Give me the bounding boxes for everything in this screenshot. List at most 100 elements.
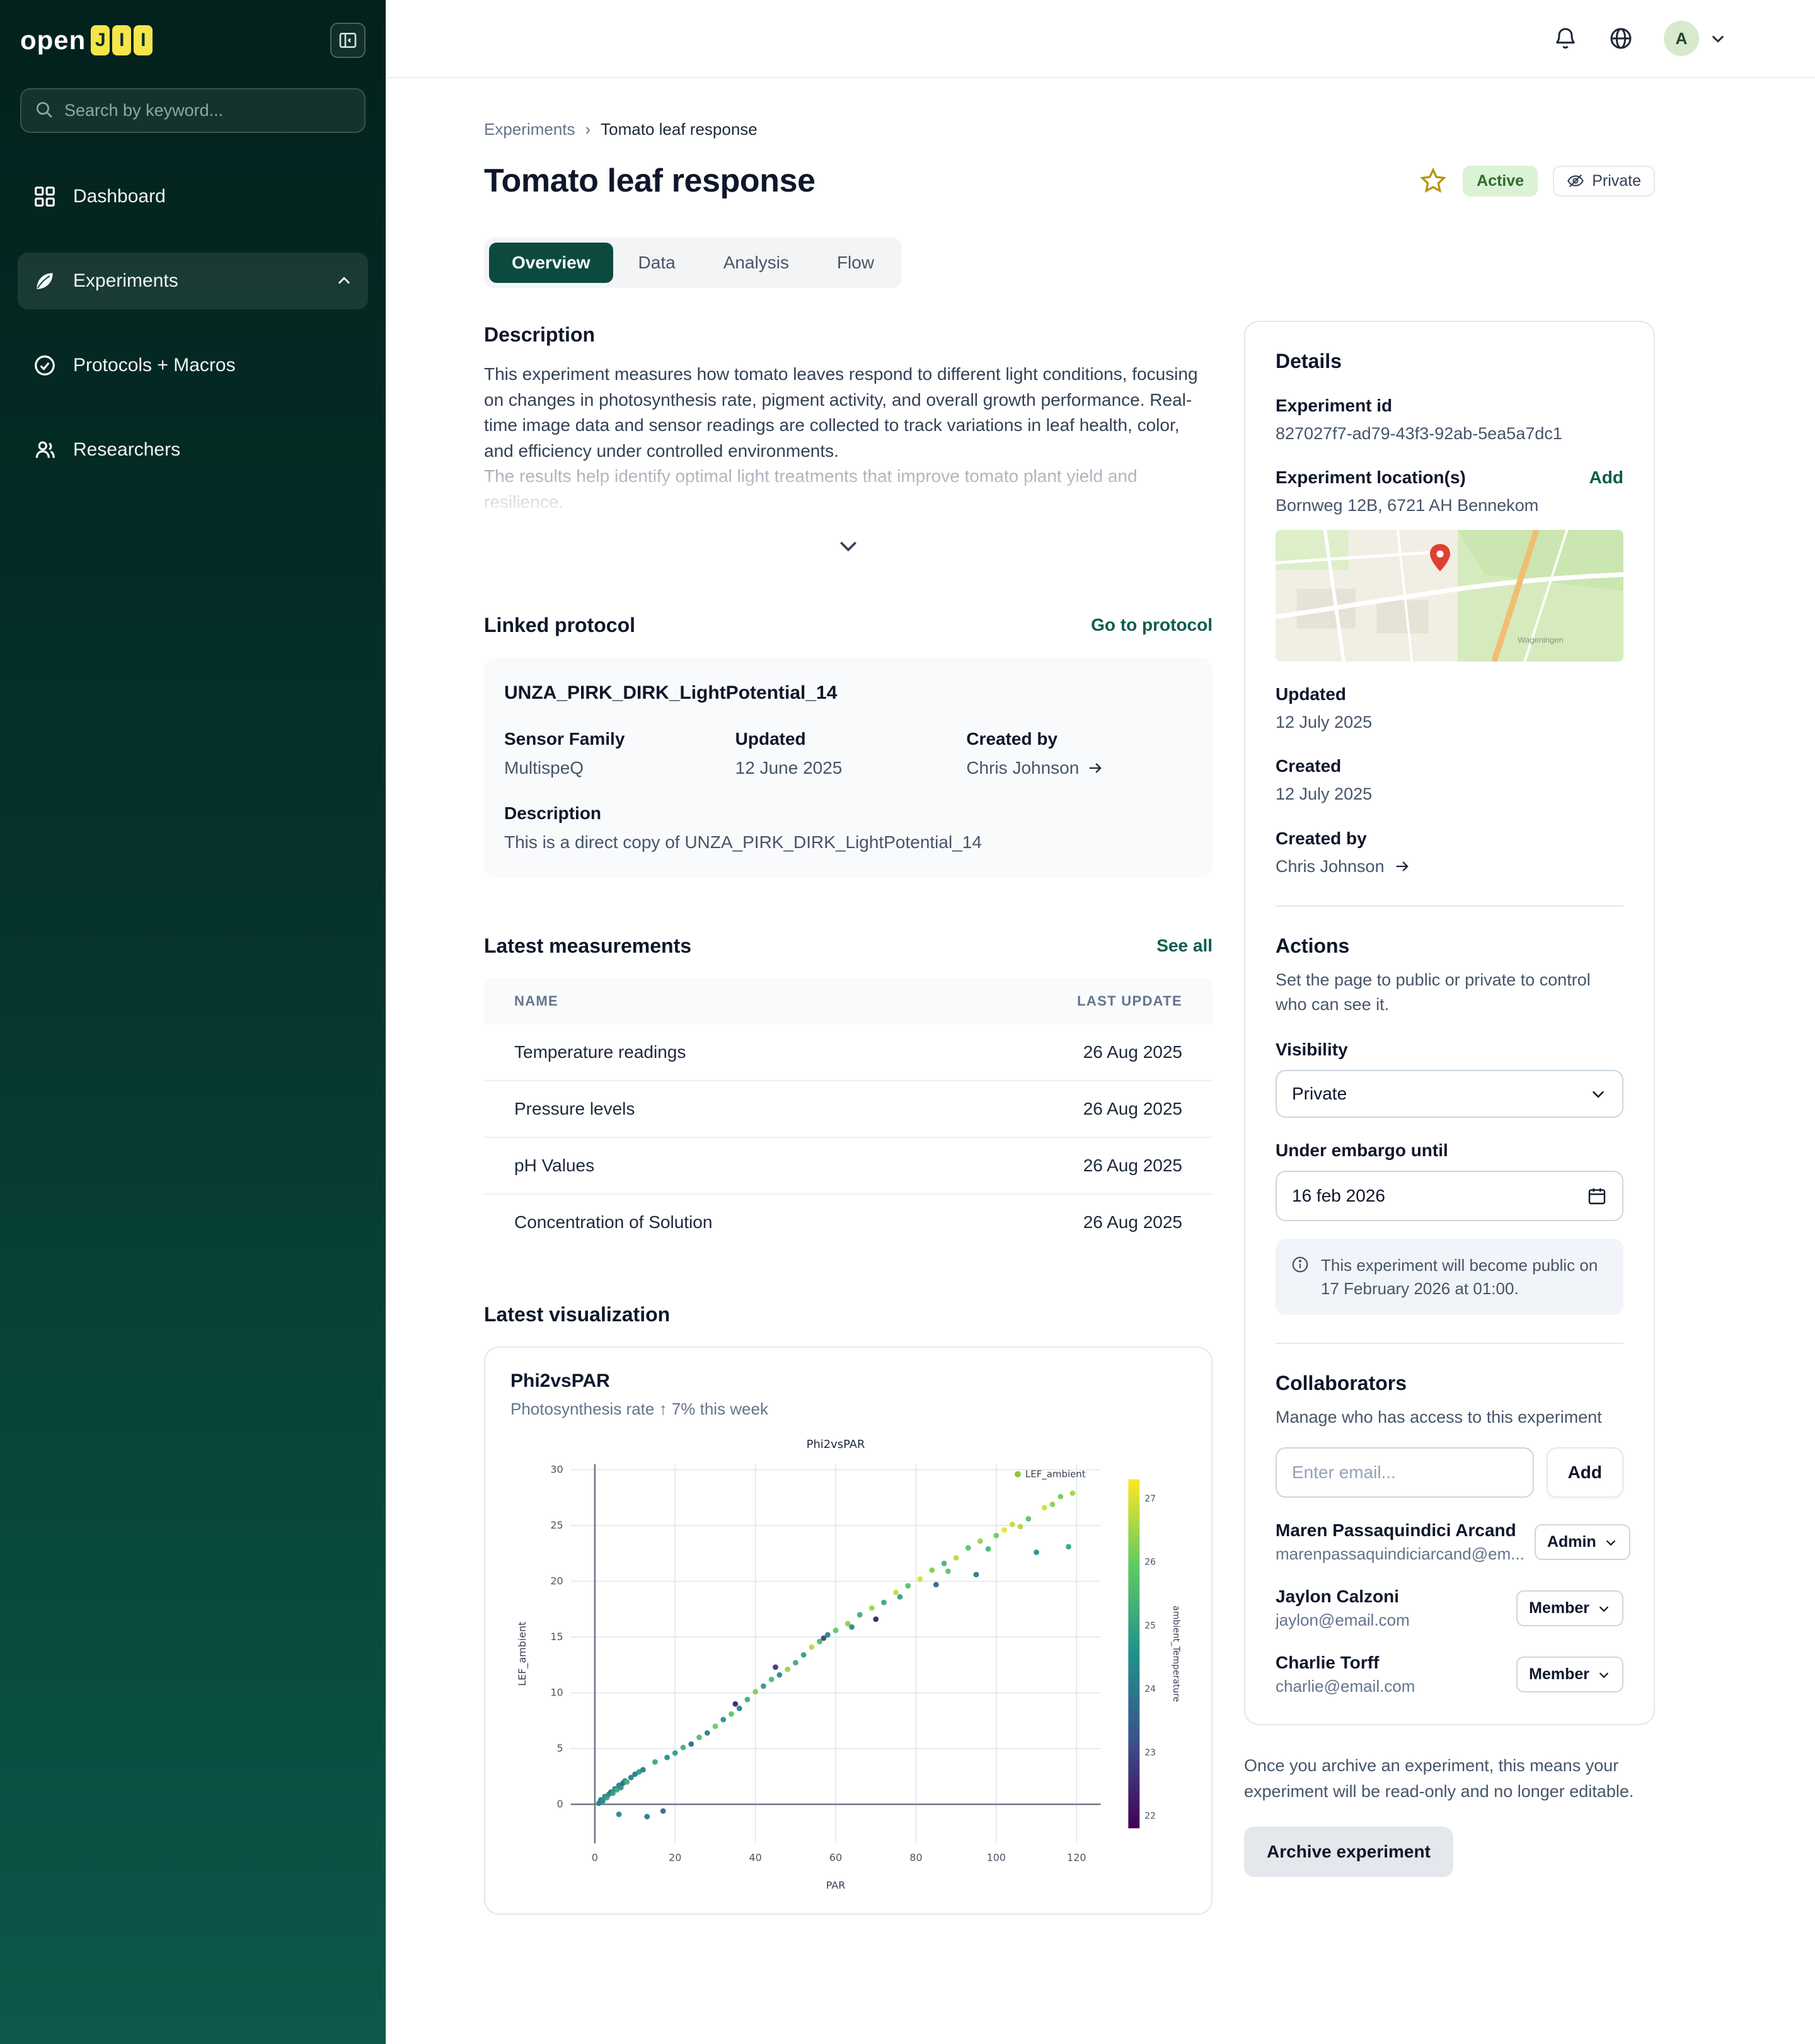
updated-label: Updated <box>1276 684 1623 704</box>
svg-text:LEF_ambient: LEF_ambient <box>1025 1468 1086 1479</box>
search-icon <box>34 100 54 120</box>
go-to-protocol-link[interactable]: Go to protocol <box>1091 615 1213 635</box>
table-row[interactable]: pH Values 26 Aug 2025 <box>484 1138 1213 1195</box>
visibility-select[interactable]: Private <box>1276 1070 1623 1118</box>
svg-text:30: 30 <box>550 1463 563 1475</box>
favorite-star-icon[interactable] <box>1419 166 1448 195</box>
tab-overview[interactable]: Overview <box>489 243 613 283</box>
svg-text:120: 120 <box>1067 1851 1086 1863</box>
created-by-link[interactable]: Chris Johnson <box>1276 855 1385 878</box>
location-map[interactable]: Wageningen <box>1276 530 1623 662</box>
page-title: Tomato leaf response <box>484 162 815 200</box>
protocol-field-label: Sensor Family <box>504 729 730 749</box>
visualization-subtitle: Photosynthesis rate ↑ 7% this week <box>510 1399 1186 1419</box>
info-icon <box>1291 1255 1310 1274</box>
latest-measurements-section: Latest measurements See all Name Last up… <box>484 934 1213 1250</box>
visibility-label: Visibility <box>1276 1040 1623 1060</box>
location-value: Bornweg 12B, 6721 AH Bennekom <box>1276 494 1623 517</box>
archive-experiment-button[interactable]: Archive experiment <box>1244 1827 1453 1877</box>
archive-note: Once you archive an experiment, this mea… <box>1244 1753 1655 1804</box>
svg-text:23: 23 <box>1144 1747 1156 1757</box>
avatar[interactable]: A <box>1664 21 1699 56</box>
breadcrumb-current: Tomato leaf response <box>601 120 758 139</box>
tab-flow[interactable]: Flow <box>814 243 897 283</box>
collaborator-role-select[interactable]: Member <box>1516 1656 1623 1692</box>
table-row[interactable]: Pressure levels 26 Aug 2025 <box>484 1081 1213 1138</box>
svg-text:22: 22 <box>1144 1811 1156 1821</box>
visibility-badge[interactable]: Private <box>1553 166 1655 197</box>
svg-text:25: 25 <box>550 1519 563 1531</box>
location-label: Experiment location(s) <box>1276 468 1466 488</box>
panel-collapse-icon <box>338 30 358 50</box>
leaf-icon <box>33 269 57 293</box>
expand-description-button[interactable] <box>484 533 1213 558</box>
table-row[interactable]: Concentration of Solution 26 Aug 2025 <box>484 1195 1213 1250</box>
collaborator-email-input[interactable] <box>1292 1449 1518 1496</box>
breadcrumb: Experiments › Tomato leaf response <box>484 120 1655 139</box>
experiment-id-label: Experiment id <box>1276 396 1623 416</box>
updated-value: 12 July 2025 <box>1276 711 1623 733</box>
collaborator-row: Maren Passaquindici Arcand marenpassaqui… <box>1276 1520 1623 1564</box>
add-location-link[interactable]: Add <box>1589 468 1623 488</box>
table-row[interactable]: Temperature readings 26 Aug 2025 <box>484 1025 1213 1081</box>
description-text: This experiment measures how tomato leav… <box>484 362 1213 464</box>
add-collaborator-button[interactable]: Add <box>1547 1447 1623 1498</box>
account-menu[interactable]: A <box>1664 21 1727 56</box>
actions-heading: Actions <box>1276 934 1623 958</box>
protocol-created-by-link[interactable]: Chris Johnson <box>966 758 1079 778</box>
embargo-date-field[interactable] <box>1276 1171 1623 1221</box>
sidebar-item-protocols-macros[interactable]: Protocols + Macros <box>18 337 368 394</box>
chevron-down-icon <box>1604 1536 1618 1549</box>
dashboard-icon <box>33 185 57 209</box>
svg-text:60: 60 <box>829 1851 842 1863</box>
breadcrumb-parent[interactable]: Experiments <box>484 120 575 139</box>
see-all-link[interactable]: See all <box>1156 936 1213 956</box>
language-globe-icon[interactable] <box>1608 26 1634 51</box>
brand-logo: open J I I <box>20 25 153 55</box>
sidebar-collapse-button[interactable] <box>330 23 366 58</box>
linked-protocol-heading: Linked protocol <box>484 614 635 637</box>
sidebar-item-researchers[interactable]: Researchers <box>18 422 368 478</box>
logo-badge: J I I <box>91 25 153 55</box>
sidebar: open J I I Dashboard <box>0 0 386 2044</box>
collaborator-name: Maren Passaquindici Arcand <box>1276 1520 1524 1541</box>
check-circle-icon <box>33 353 57 377</box>
tab-data[interactable]: Data <box>616 243 698 283</box>
embargo-info-text: This experiment will become public on 17… <box>1321 1254 1608 1300</box>
sidebar-item-label: Protocols + Macros <box>73 355 236 376</box>
tab-analysis[interactable]: Analysis <box>701 243 812 283</box>
sidebar-item-dashboard[interactable]: Dashboard <box>18 168 368 225</box>
created-label: Created <box>1276 756 1623 776</box>
collaborators-subheading: Manage who has access to this experiment <box>1276 1405 1623 1430</box>
status-badge: Active <box>1463 166 1538 197</box>
protocol-field-label: Created by <box>966 729 1192 749</box>
collaborator-role-select[interactable]: Admin <box>1535 1524 1630 1560</box>
chart-canvas: 020406080100120051015202530Phi2vsPARPARL… <box>510 1432 1186 1898</box>
notifications-bell-icon[interactable] <box>1553 26 1578 51</box>
sidebar-item-experiments[interactable]: Experiments <box>18 253 368 309</box>
measurements-table: Name Last update Temperature readings 26… <box>484 978 1213 1250</box>
protocol-field-value: MultispeQ <box>504 758 730 778</box>
protocol-card: UNZA_PIRK_DIRK_LightPotential_14 Sensor … <box>484 657 1213 878</box>
embargo-label: Under embargo until <box>1276 1140 1623 1161</box>
chevron-up-icon <box>335 272 353 290</box>
svg-text:25: 25 <box>1144 1621 1156 1631</box>
svg-text:10: 10 <box>550 1686 563 1698</box>
calendar-icon[interactable] <box>1587 1186 1607 1206</box>
divider <box>1276 1343 1623 1344</box>
measurements-heading: Latest measurements <box>484 934 691 958</box>
visualization-card: Phi2vsPAR Photosynthesis rate ↑ 7% this … <box>484 1346 1213 1915</box>
eye-off-icon <box>1567 172 1584 190</box>
arrow-right-icon <box>1393 858 1411 875</box>
tab-bar: Overview Data Analysis Flow <box>484 238 902 288</box>
sidebar-nav: Dashboard Experiments Protocols + Macros… <box>0 168 386 478</box>
svg-text:0: 0 <box>592 1851 598 1863</box>
search-input[interactable] <box>20 88 366 133</box>
map-place-label: Wageningen <box>1518 635 1564 645</box>
divider <box>1276 905 1623 907</box>
collaborator-role-select[interactable]: Member <box>1516 1590 1623 1626</box>
created-by-label: Created by <box>1276 829 1623 849</box>
svg-text:26: 26 <box>1144 1557 1156 1567</box>
embargo-date-input[interactable] <box>1292 1172 1587 1220</box>
scatter-chart: 020406080100120051015202530Phi2vsPARPARL… <box>510 1432 1186 1898</box>
